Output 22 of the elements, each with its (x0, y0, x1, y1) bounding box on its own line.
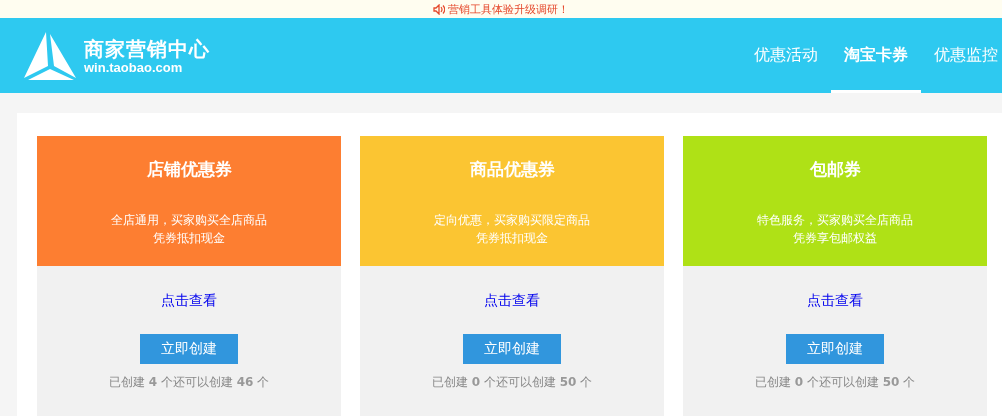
nav-tab[interactable]: 淘宝卡券 (831, 18, 921, 93)
view-link[interactable]: 点击查看 (484, 292, 540, 310)
card-description: 特色服务，买家购买全店商品 凭券享包邮权益 (757, 212, 913, 247)
card-title: 包邮券 (809, 158, 861, 181)
speaker-icon (433, 3, 445, 15)
view-link[interactable]: 点击查看 (807, 292, 863, 310)
create-button[interactable]: 立即创建 (786, 334, 884, 364)
count-text: 已创建 0 个还可以创建 50 个 (431, 374, 593, 391)
count-text: 已创建 0 个还可以创建 50 个 (754, 374, 916, 391)
nav-tab[interactable]: 优惠活动 (741, 18, 831, 93)
logo-title: 商家营销中心 (84, 36, 210, 61)
nav-tab[interactable]: 优惠监控 (921, 18, 998, 93)
create-button[interactable]: 立即创建 (140, 334, 238, 364)
create-button[interactable]: 立即创建 (463, 334, 561, 364)
card-title: 商品优惠券 (469, 158, 555, 181)
card-description: 全店通用，买家购买全店商品 凭券抵扣现金 (111, 212, 267, 247)
notice-text[interactable]: 营销工具体验升级调研！ (448, 1, 569, 17)
logo-url: win.taobao.com (84, 60, 184, 75)
count-text: 已创建 4 个还可以创建 46 个 (108, 374, 270, 391)
card-title: 店铺优惠券 (146, 158, 232, 181)
card-description: 定向优惠，买家购买限定商品 凭券抵扣现金 (434, 212, 590, 247)
view-link[interactable]: 点击查看 (161, 292, 217, 310)
